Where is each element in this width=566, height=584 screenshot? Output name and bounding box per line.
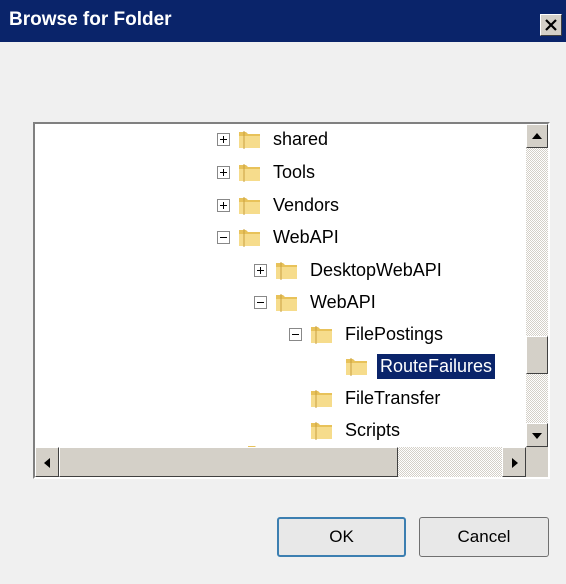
- tree-node-desktopwebapi[interactable]: DesktopWebAPI: [254, 255, 445, 285]
- folder-icon: [311, 422, 332, 440]
- collapse-minus-icon[interactable]: [217, 230, 230, 244]
- tree-node-filetransfer[interactable]: FileTransfer: [289, 383, 443, 413]
- close-button[interactable]: [540, 14, 562, 36]
- folder-icon: [346, 358, 367, 376]
- vertical-scroll-thumb[interactable]: [526, 336, 548, 374]
- folder-icon: [239, 197, 260, 215]
- tree-node-label: RouteFailures: [377, 353, 496, 379]
- tree-node-webapi[interactable]: WebAPI: [217, 222, 342, 252]
- folder-icon: [276, 294, 297, 312]
- arrow-down-icon: [532, 433, 542, 439]
- tree-node-scripts[interactable]: Scripts: [289, 415, 403, 445]
- folder-icon: [276, 262, 297, 280]
- tree-node-label: WebAPI: [273, 226, 339, 247]
- vertical-scrollbar[interactable]: [526, 124, 548, 447]
- expand-plus-icon[interactable]: [217, 198, 230, 212]
- close-icon: [545, 19, 557, 31]
- tree-node-label: DesktopWebAPI: [310, 259, 442, 280]
- tree-node-tools[interactable]: Tools: [217, 157, 318, 187]
- arrow-up-icon: [532, 133, 542, 139]
- expand-plus-icon[interactable]: [217, 165, 230, 179]
- horizontal-scrollbar[interactable]: [35, 447, 526, 477]
- collapse-minus-icon[interactable]: [254, 295, 267, 309]
- scroll-down-button[interactable]: [526, 423, 548, 447]
- folder-tree-view[interactable]: shared Tools Vendors WebAPI DesktopWebAP…: [33, 122, 550, 479]
- ok-button[interactable]: OK: [277, 517, 406, 557]
- tree-node-webapi-child[interactable]: WebAPI: [254, 287, 379, 317]
- tree-node-label: FilePostings: [345, 323, 444, 344]
- tree-node-label: Scripts: [345, 419, 401, 440]
- scrollbar-corner: [526, 447, 548, 477]
- title-bar: Browse for Folder: [0, 0, 566, 42]
- folder-icon: [239, 131, 260, 149]
- folder-icon: [311, 390, 332, 408]
- folder-icon: [311, 326, 332, 344]
- tree-node-routefailures[interactable]: RouteFailures: [324, 351, 496, 381]
- tree-node-shared[interactable]: shared: [217, 124, 331, 154]
- expand-plus-icon[interactable]: [217, 132, 230, 146]
- cancel-button[interactable]: Cancel: [419, 517, 549, 557]
- arrow-right-icon: [512, 458, 518, 468]
- tree-content: shared Tools Vendors WebAPI DesktopWebAP…: [35, 124, 526, 447]
- folder-icon: [239, 164, 260, 182]
- tree-node-label: Vendors: [273, 194, 340, 215]
- arrow-left-icon: [44, 458, 50, 468]
- horizontal-scroll-thumb[interactable]: [59, 447, 398, 477]
- tree-node-label: WebAPI: [310, 291, 376, 312]
- scroll-right-button[interactable]: [502, 447, 526, 477]
- tree-node-label: FileTransfer: [345, 387, 441, 408]
- collapse-minus-icon[interactable]: [289, 327, 302, 341]
- scroll-left-button[interactable]: [35, 447, 59, 477]
- tree-node-filepostings[interactable]: FilePostings: [289, 319, 446, 349]
- folder-icon: [239, 229, 260, 247]
- expand-plus-icon[interactable]: [254, 263, 267, 277]
- tree-node-label: Tools: [273, 161, 316, 182]
- window-title: Browse for Folder: [9, 9, 172, 30]
- tree-node-vendors[interactable]: Vendors: [217, 190, 342, 220]
- tree-node-label: shared: [273, 128, 329, 149]
- scroll-up-button[interactable]: [526, 124, 548, 148]
